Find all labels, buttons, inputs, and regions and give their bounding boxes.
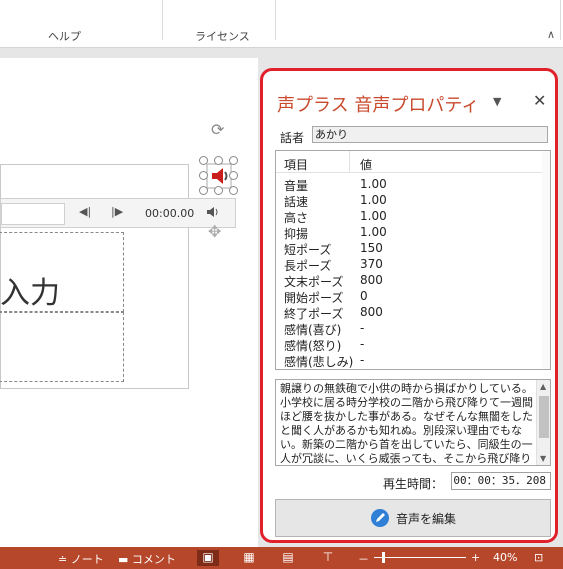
property-value[interactable]: 370 (360, 257, 383, 271)
previous-icon[interactable]: ◀| (79, 205, 91, 218)
rotate-handle-icon[interactable]: ⟳ (211, 120, 224, 139)
fit-window-icon[interactable]: ⊡ (534, 551, 543, 564)
property-name: 感情(悲しみ) (284, 355, 354, 369)
property-row[interactable]: 高さ 1.00 (276, 208, 550, 225)
next-icon[interactable]: |▶ (111, 205, 123, 218)
resize-handle[interactable] (214, 156, 223, 165)
comments-label: コメント (131, 553, 176, 566)
column-header-name: 項目 (284, 158, 309, 172)
edit-voice-button[interactable]: 音声を編集 (275, 499, 551, 537)
scroll-thumb[interactable] (539, 396, 549, 438)
speech-text[interactable]: 親譲りの無鉄砲で小供の時から損ばかりしている。小学校に居る時分学校の二階から飛び… (280, 382, 534, 465)
text-placeholder[interactable] (0, 312, 124, 382)
ribbon-separator (275, 0, 276, 40)
scroll-down-icon[interactable]: ▼ (540, 454, 546, 463)
resize-handle[interactable] (199, 171, 208, 180)
property-value[interactable]: 150 (360, 241, 383, 255)
zoom-slider[interactable] (374, 557, 466, 558)
property-row[interactable]: 長ポーズ 370 (276, 256, 550, 273)
property-row[interactable]: 短ポーズ 150 (276, 240, 550, 257)
property-value[interactable]: 1.00 (360, 193, 387, 207)
powerpoint-window: ヘルプ ライセンス ∧ 入力 ◀| |▶ 00:00.00 ⟳ ✥ 声プラス 音… (0, 0, 563, 569)
property-row[interactable]: 開始ポーズ 0 (276, 288, 550, 305)
slide-canvas[interactable]: 入力 ◀| |▶ 00:00.00 ⟳ ✥ (0, 58, 258, 547)
slide-text[interactable]: 入力 (0, 268, 60, 312)
property-value[interactable]: 1.00 (360, 225, 387, 239)
ribbon-group-license: ライセンス (195, 30, 250, 43)
slideshow-icon[interactable]: ⊤ (317, 550, 339, 566)
resize-handle[interactable] (229, 186, 238, 195)
ribbon-separator (560, 0, 561, 40)
speaker-field[interactable]: あかり (312, 126, 548, 143)
scroll-up-icon[interactable]: ▲ (540, 382, 546, 391)
resize-handle[interactable] (229, 156, 238, 165)
move-handle-icon[interactable]: ✥ (208, 222, 221, 241)
property-value[interactable]: - (360, 337, 364, 351)
resize-handle[interactable] (214, 186, 223, 195)
resize-handle[interactable] (199, 186, 208, 195)
reading-view-icon[interactable]: ▤ (277, 550, 299, 566)
panel-title: 声プラス 音声プロパティ (277, 95, 480, 116)
voice-properties-panel: 声プラス 音声プロパティ ▼ ✕ 話者 あかり 項目 値 音量 1.00 話速 1.… (260, 68, 558, 543)
zoom-level[interactable]: 40% (493, 551, 517, 564)
collapse-ribbon-button[interactable]: ∧ (547, 28, 555, 41)
property-value[interactable]: 1.00 (360, 209, 387, 223)
column-divider (349, 151, 350, 173)
zoom-in-button[interactable]: + (471, 551, 480, 564)
status-bar: ≐ ノート ▬ コメント ▣ ▦ ▤ ⊤ － + 40% ⊡ (0, 547, 563, 569)
ribbon-group-help: ヘルプ (48, 30, 81, 43)
property-row[interactable]: 音量 1.00 (276, 176, 550, 193)
edit-voice-label: 音声を編集 (395, 511, 456, 526)
property-value[interactable]: 1.00 (360, 177, 387, 191)
property-value[interactable]: 800 (360, 273, 383, 287)
slide-editing-area: 入力 ◀| |▶ 00:00.00 ⟳ ✥ 声プラス 音声プロパティ ▼ ✕ 話… (0, 48, 563, 547)
ribbon-separator (162, 0, 163, 40)
property-row[interactable]: 抑揚 1.00 (276, 224, 550, 241)
property-value[interactable]: 800 (360, 305, 383, 319)
notes-button[interactable]: ≐ ノート (58, 551, 104, 567)
resize-handle[interactable] (199, 156, 208, 165)
column-header-value: 値 (360, 158, 373, 172)
resize-handle[interactable] (229, 171, 238, 180)
zoom-out-button[interactable]: － (358, 551, 369, 567)
audio-progress-track[interactable] (1, 203, 65, 225)
playtime-label: 再生時間： (383, 477, 444, 491)
property-row[interactable]: 終了ポーズ 800 (276, 304, 550, 321)
property-value[interactable]: - (360, 321, 364, 335)
property-row[interactable]: 感情(悲しみ) - (276, 352, 550, 369)
panel-menu-button[interactable]: ▼ (493, 95, 501, 108)
property-row[interactable]: 文末ポーズ 800 (276, 272, 550, 289)
slide-sorter-icon[interactable]: ▦ (238, 550, 260, 566)
property-value[interactable]: - (360, 353, 364, 367)
properties-grid[interactable]: 項目 値 音量 1.00 話速 1.00 高さ 1.00 抑揚 1.00 短ポーズ 150… (275, 150, 551, 370)
zoom-slider-thumb[interactable] (382, 552, 385, 563)
notes-label: ノート (70, 553, 104, 566)
normal-view-icon[interactable]: ▣ (197, 550, 219, 566)
speech-text-area[interactable]: 親譲りの無鉄砲で小供の時から損ばかりしている。小学校に居る時分学校の二階から飛び… (275, 379, 551, 466)
property-row[interactable]: 感情(怒り) - (276, 336, 550, 353)
audio-time: 00:00.00 (145, 207, 195, 220)
playtime-value: 00：00：35．208 (451, 472, 551, 490)
properties-header: 項目 値 (276, 151, 550, 173)
property-row[interactable]: 感情(喜び) - (276, 320, 550, 337)
ribbon: ヘルプ ライセンス ∧ (0, 0, 563, 48)
pen-icon (370, 509, 389, 527)
text-scrollbar[interactable]: ▲ ▼ (536, 380, 550, 465)
property-row[interactable]: 話速 1.00 (276, 192, 550, 209)
property-value[interactable]: 0 (360, 289, 368, 303)
close-panel-button[interactable]: ✕ (533, 91, 546, 110)
speaker-label: 話者 (280, 131, 305, 145)
comments-button[interactable]: ▬ コメント (118, 551, 176, 567)
speaker-icon[interactable] (206, 205, 220, 222)
audio-player-bar: ◀| |▶ 00:00.00 (0, 198, 236, 228)
